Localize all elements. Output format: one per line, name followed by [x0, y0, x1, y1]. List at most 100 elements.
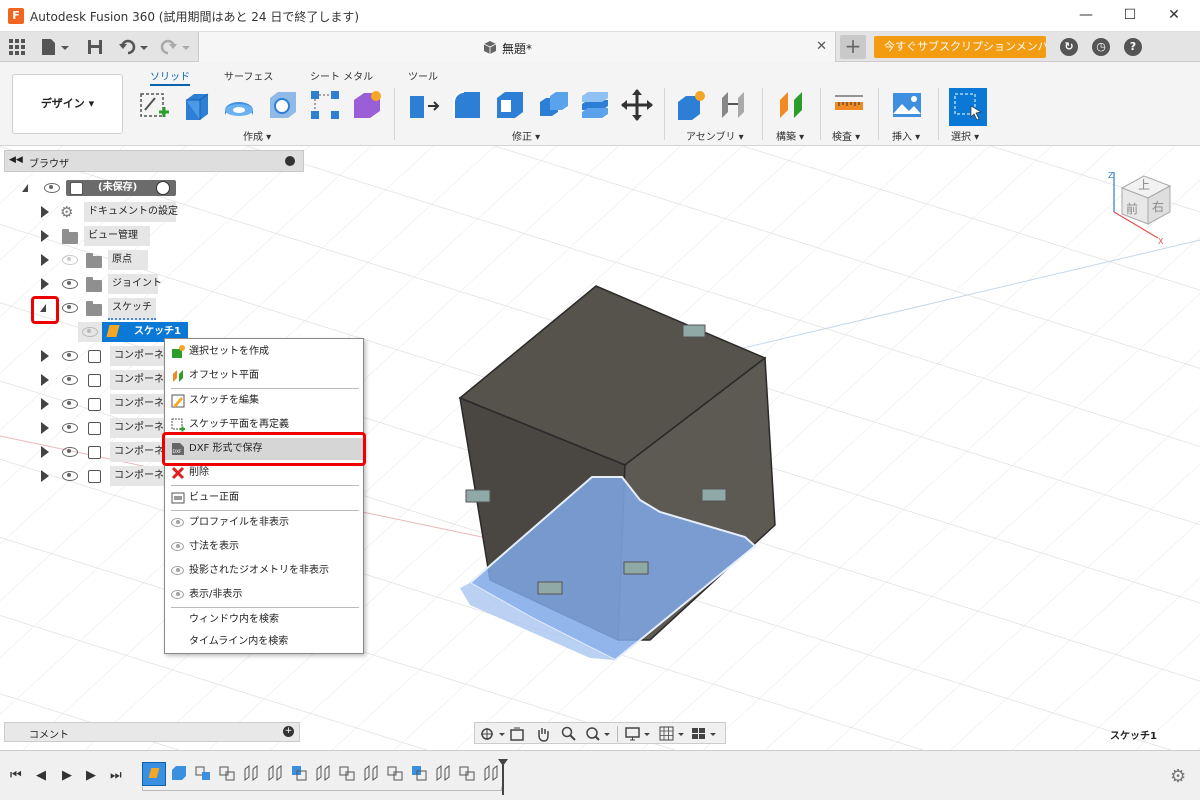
- visibility-eye-icon[interactable]: [62, 447, 78, 457]
- menu-show-dimension[interactable]: 寸法を表示: [165, 536, 363, 558]
- menu-hide-profile[interactable]: プロファイルを非表示: [165, 512, 363, 534]
- timeline-joint-icon[interactable]: [434, 764, 452, 782]
- group-inspect-label[interactable]: 検査 ▾: [832, 128, 860, 143]
- create-sketch-icon[interactable]: [137, 88, 171, 122]
- viewcube-right-label[interactable]: 右: [1152, 198, 1164, 215]
- create-form-icon[interactable]: [350, 88, 384, 122]
- menu-create-selection-set[interactable]: 選択セットを作成: [165, 341, 363, 363]
- tab-surface[interactable]: サーフェス: [224, 68, 273, 83]
- orbit-icon[interactable]: [479, 726, 505, 742]
- expand-arrow-icon[interactable]: [41, 278, 49, 290]
- expand-arrow-icon[interactable]: [41, 230, 49, 242]
- timeline-sketch-icon[interactable]: [290, 764, 308, 782]
- document-tab[interactable]: 無題* ✕: [198, 32, 836, 62]
- minimize-button[interactable]: —: [1066, 4, 1106, 28]
- collapse-arrow-icon[interactable]: [22, 184, 28, 192]
- menu-find-in-window[interactable]: ウィンドウ内を検索: [165, 609, 363, 631]
- extrude-icon[interactable]: [180, 88, 214, 122]
- jobs-status-icon[interactable]: ↻: [1060, 38, 1078, 56]
- viewcube-top-label[interactable]: 上: [1138, 176, 1150, 193]
- insert-canvas-icon[interactable]: [890, 88, 924, 122]
- visibility-eye-icon[interactable]: [62, 471, 78, 481]
- hidden-eye-icon[interactable]: [62, 255, 78, 265]
- look-at-nav-icon[interactable]: [509, 726, 525, 742]
- browser-item-component[interactable]: コンポーネ: [38, 394, 168, 414]
- group-modify-label[interactable]: 修正 ▾: [512, 128, 540, 143]
- undo-icon[interactable]: [118, 38, 148, 56]
- group-create-label[interactable]: 作成 ▾: [243, 128, 271, 143]
- maximize-button[interactable]: ☐: [1110, 4, 1150, 28]
- grid-settings-icon[interactable]: [659, 726, 685, 742]
- expand-arrow-icon[interactable]: [41, 350, 49, 362]
- step-forward-button[interactable]: ▶: [86, 768, 96, 783]
- menu-show-hide[interactable]: 表示/非表示: [165, 584, 363, 606]
- app-grid-icon[interactable]: [8, 38, 26, 56]
- pan-hand-icon[interactable]: [535, 726, 551, 742]
- timeline-sketch-icon[interactable]: [410, 764, 428, 782]
- fit-zoom-icon[interactable]: [585, 726, 611, 742]
- timeline-joint-icon[interactable]: [314, 764, 332, 782]
- activate-radio-icon[interactable]: [156, 181, 170, 195]
- viewports-icon[interactable]: [691, 726, 717, 742]
- browser-item-component[interactable]: コンポーネ: [38, 442, 168, 462]
- step-back-button[interactable]: ◀: [36, 768, 46, 783]
- menu-look-at[interactable]: ビュー正面: [165, 487, 363, 509]
- offset-plane-icon[interactable]: [774, 88, 808, 122]
- measure-icon[interactable]: [832, 88, 866, 122]
- workspace-switcher[interactable]: デザイン ▾: [12, 74, 123, 134]
- tab-solid[interactable]: ソリッド: [150, 68, 190, 86]
- browser-panel-header[interactable]: ◀◀ ブラウザ: [4, 150, 304, 172]
- expand-arrow-icon[interactable]: [41, 422, 49, 434]
- visibility-eye-icon[interactable]: [62, 303, 78, 313]
- timeline-joint-icon[interactable]: [242, 764, 260, 782]
- expand-arrow-icon[interactable]: [41, 398, 49, 410]
- menu-hide-projected-geometry[interactable]: 投影されたジオメトリを非表示: [165, 560, 363, 582]
- timeline-settings-gear-icon[interactable]: ⚙: [1170, 766, 1186, 787]
- browser-item-document-settings[interactable]: ⚙ ドキュメントの設定: [38, 202, 178, 222]
- menu-offset-plane[interactable]: オフセット平面: [165, 365, 363, 387]
- browser-item-joints[interactable]: ジョイント: [38, 274, 178, 294]
- align-icon[interactable]: [578, 88, 612, 122]
- visibility-eye-icon[interactable]: [62, 279, 78, 289]
- revolve-icon[interactable]: [222, 88, 256, 122]
- menu-find-in-timeline[interactable]: タイムライン内を検索: [165, 631, 363, 653]
- expand-arrow-icon[interactable]: [41, 206, 49, 218]
- expand-arrow-icon[interactable]: [41, 254, 49, 266]
- timeline-component-icon[interactable]: [386, 764, 404, 782]
- timeline-component-icon[interactable]: [338, 764, 356, 782]
- timeline-joint-icon[interactable]: [362, 764, 380, 782]
- joint-icon[interactable]: [716, 88, 750, 122]
- browser-item-component[interactable]: コンポーネ: [38, 370, 168, 390]
- visibility-eye-icon[interactable]: [44, 183, 60, 193]
- close-tab-button[interactable]: ✕: [816, 39, 827, 54]
- expand-arrow-icon[interactable]: [41, 446, 49, 458]
- browser-item-component[interactable]: コンポーネ: [38, 346, 168, 366]
- browser-item-named-views[interactable]: ビュー管理: [38, 226, 178, 246]
- combine-icon[interactable]: [536, 88, 570, 122]
- fillet-icon[interactable]: [450, 88, 484, 122]
- browser-item-component[interactable]: コンポーネ: [38, 418, 168, 438]
- visibility-eye-icon[interactable]: [62, 375, 78, 385]
- notification-clock-icon[interactable]: ◷: [1092, 38, 1110, 56]
- timeline-extrude-icon[interactable]: [170, 764, 188, 782]
- zoom-icon[interactable]: [561, 726, 577, 742]
- timeline-component-icon[interactable]: [218, 764, 236, 782]
- new-component-icon[interactable]: [674, 88, 708, 122]
- press-pull-icon[interactable]: [406, 88, 440, 122]
- menu-edit-sketch[interactable]: スケッチを編集: [165, 390, 363, 412]
- group-construct-label[interactable]: 構築 ▾: [776, 128, 804, 143]
- visibility-eye-icon[interactable]: [62, 399, 78, 409]
- hole-icon[interactable]: [266, 88, 300, 122]
- browser-item-component[interactable]: コンポーネ: [38, 466, 168, 486]
- timeline-joint-icon[interactable]: [266, 764, 284, 782]
- subscribe-button[interactable]: 今すぐサブスクリプションメンバーに...: [874, 36, 1046, 58]
- browser-minimize-icon[interactable]: [285, 156, 295, 166]
- tab-sheet-metal[interactable]: シート メタル: [310, 68, 373, 83]
- add-comment-icon[interactable]: +: [283, 726, 294, 737]
- browser-item-sketches[interactable]: スケッチ: [38, 298, 178, 320]
- pattern-icon[interactable]: [308, 88, 342, 122]
- group-assemble-label[interactable]: アセンブリ ▾: [686, 128, 744, 143]
- group-insert-label[interactable]: 挿入 ▾: [892, 128, 920, 143]
- tab-tools[interactable]: ツール: [408, 68, 438, 83]
- display-settings-icon[interactable]: [625, 726, 651, 742]
